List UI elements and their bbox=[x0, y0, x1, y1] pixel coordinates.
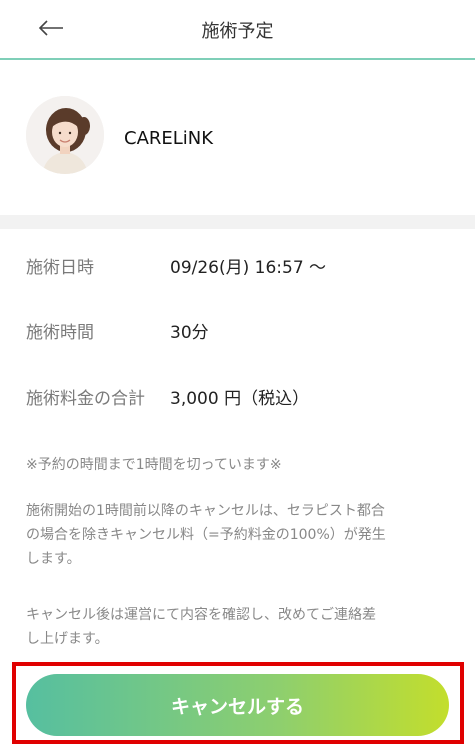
therapist-photo bbox=[26, 96, 104, 174]
confirmation-line: し上げます。 bbox=[26, 631, 109, 647]
detail-row-datetime: 施術日時 09/26(月) 16:57 〜 bbox=[26, 253, 326, 278]
confirmation-line: キャンセル後は運営にて内容を確認し、改めてご連絡差 bbox=[26, 607, 376, 623]
cancel-button[interactable]: キャンセルする bbox=[26, 674, 449, 736]
detail-label: 施術日時 bbox=[26, 258, 94, 278]
detail-row-price: 施術料金の合計 3,000 円（税込） bbox=[26, 384, 309, 409]
therapist-profile: CARELiNK bbox=[0, 60, 475, 215]
detail-value: 30分 bbox=[170, 323, 209, 343]
detail-row-duration: 施術時間 30分 bbox=[26, 318, 209, 343]
detail-value: 09/26(月) 16:57 〜 bbox=[170, 258, 327, 278]
detail-label: 施術時間 bbox=[26, 323, 94, 343]
app-header: 施術予定 bbox=[0, 0, 475, 60]
policy-line: の場合を除きキャンセル料（=予約料金の100%）が発生 bbox=[26, 527, 386, 543]
policy-line: します。 bbox=[26, 551, 81, 567]
detail-label: 施術料金の合計 bbox=[26, 389, 145, 409]
warning-note: ※予約の時間まで1時間を切っています※ bbox=[26, 457, 282, 473]
avatar[interactable] bbox=[26, 96, 104, 174]
therapist-name: CARELiNK bbox=[124, 128, 214, 149]
confirmation-note: キャンセル後は運営にて内容を確認し、改めてご連絡差 し上げます。 bbox=[26, 603, 451, 651]
page-title: 施術予定 bbox=[201, 21, 274, 42]
detail-value: 3,000 円（税込） bbox=[170, 389, 310, 409]
policy-line: 施術開始の1時間前以降のキャンセルは、セラピスト都合 bbox=[26, 503, 385, 519]
section-divider bbox=[0, 215, 475, 229]
cancellation-policy: 施術開始の1時間前以降のキャンセルは、セラピスト都合 の場合を除きキャンセル料（… bbox=[26, 499, 451, 571]
